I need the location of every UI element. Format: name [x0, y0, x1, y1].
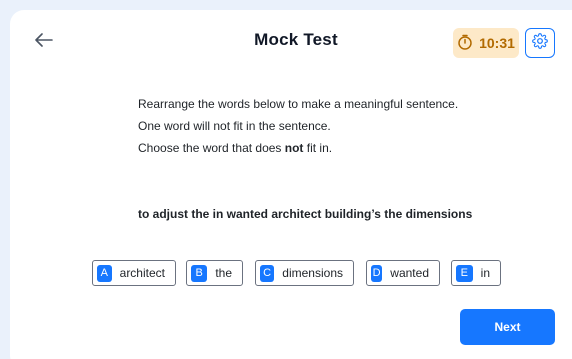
option-e[interactable]: E in — [451, 260, 501, 286]
header: Mock Test 10:31 — [10, 10, 572, 74]
instruction-line-3-prefix: Choose the word that does — [138, 141, 285, 155]
test-card: Mock Test 10:31 Rearrange the words belo… — [10, 10, 572, 359]
option-letter-badge: C — [260, 264, 275, 282]
option-letter-badge: D — [371, 264, 383, 282]
instruction-line-2: One word will not fit in the sentence. — [138, 119, 331, 133]
app-background: Mock Test 10:31 Rearrange the words belo… — [0, 0, 572, 359]
gear-icon — [532, 32, 548, 54]
stopwatch-icon — [457, 34, 473, 53]
option-letter-badge: E — [456, 264, 473, 282]
option-letter-badge: B — [191, 264, 208, 282]
option-b[interactable]: B the — [186, 260, 243, 286]
option-word: dimensions — [282, 266, 343, 280]
option-word: the — [215, 266, 232, 280]
instruction-line-1: Rearrange the words below to make a mean… — [138, 97, 459, 111]
instruction-emphasis: not — [284, 141, 304, 155]
scrambled-sentence: to adjust the in wanted architect buildi… — [138, 207, 473, 221]
option-word: wanted — [390, 266, 429, 280]
answer-options: A architect B the C dimensions D wanted … — [92, 260, 501, 286]
option-letter-badge: A — [97, 264, 112, 282]
instruction-line-3-suffix: fit in. — [303, 141, 333, 155]
settings-button[interactable] — [525, 28, 555, 58]
option-a[interactable]: A architect — [92, 260, 176, 286]
timer-badge: 10:31 — [453, 28, 519, 58]
option-word: in — [480, 266, 490, 280]
instruction-line-3: Choose the word that does not fit in. — [138, 137, 558, 159]
option-d[interactable]: D wanted — [366, 260, 440, 286]
instructions: Rearrange the words below to make a mean… — [138, 93, 558, 159]
option-c[interactable]: C dimensions — [255, 260, 354, 286]
next-button[interactable]: Next — [460, 309, 555, 345]
timer-value: 10:31 — [479, 35, 515, 51]
option-word: architect — [119, 266, 165, 280]
